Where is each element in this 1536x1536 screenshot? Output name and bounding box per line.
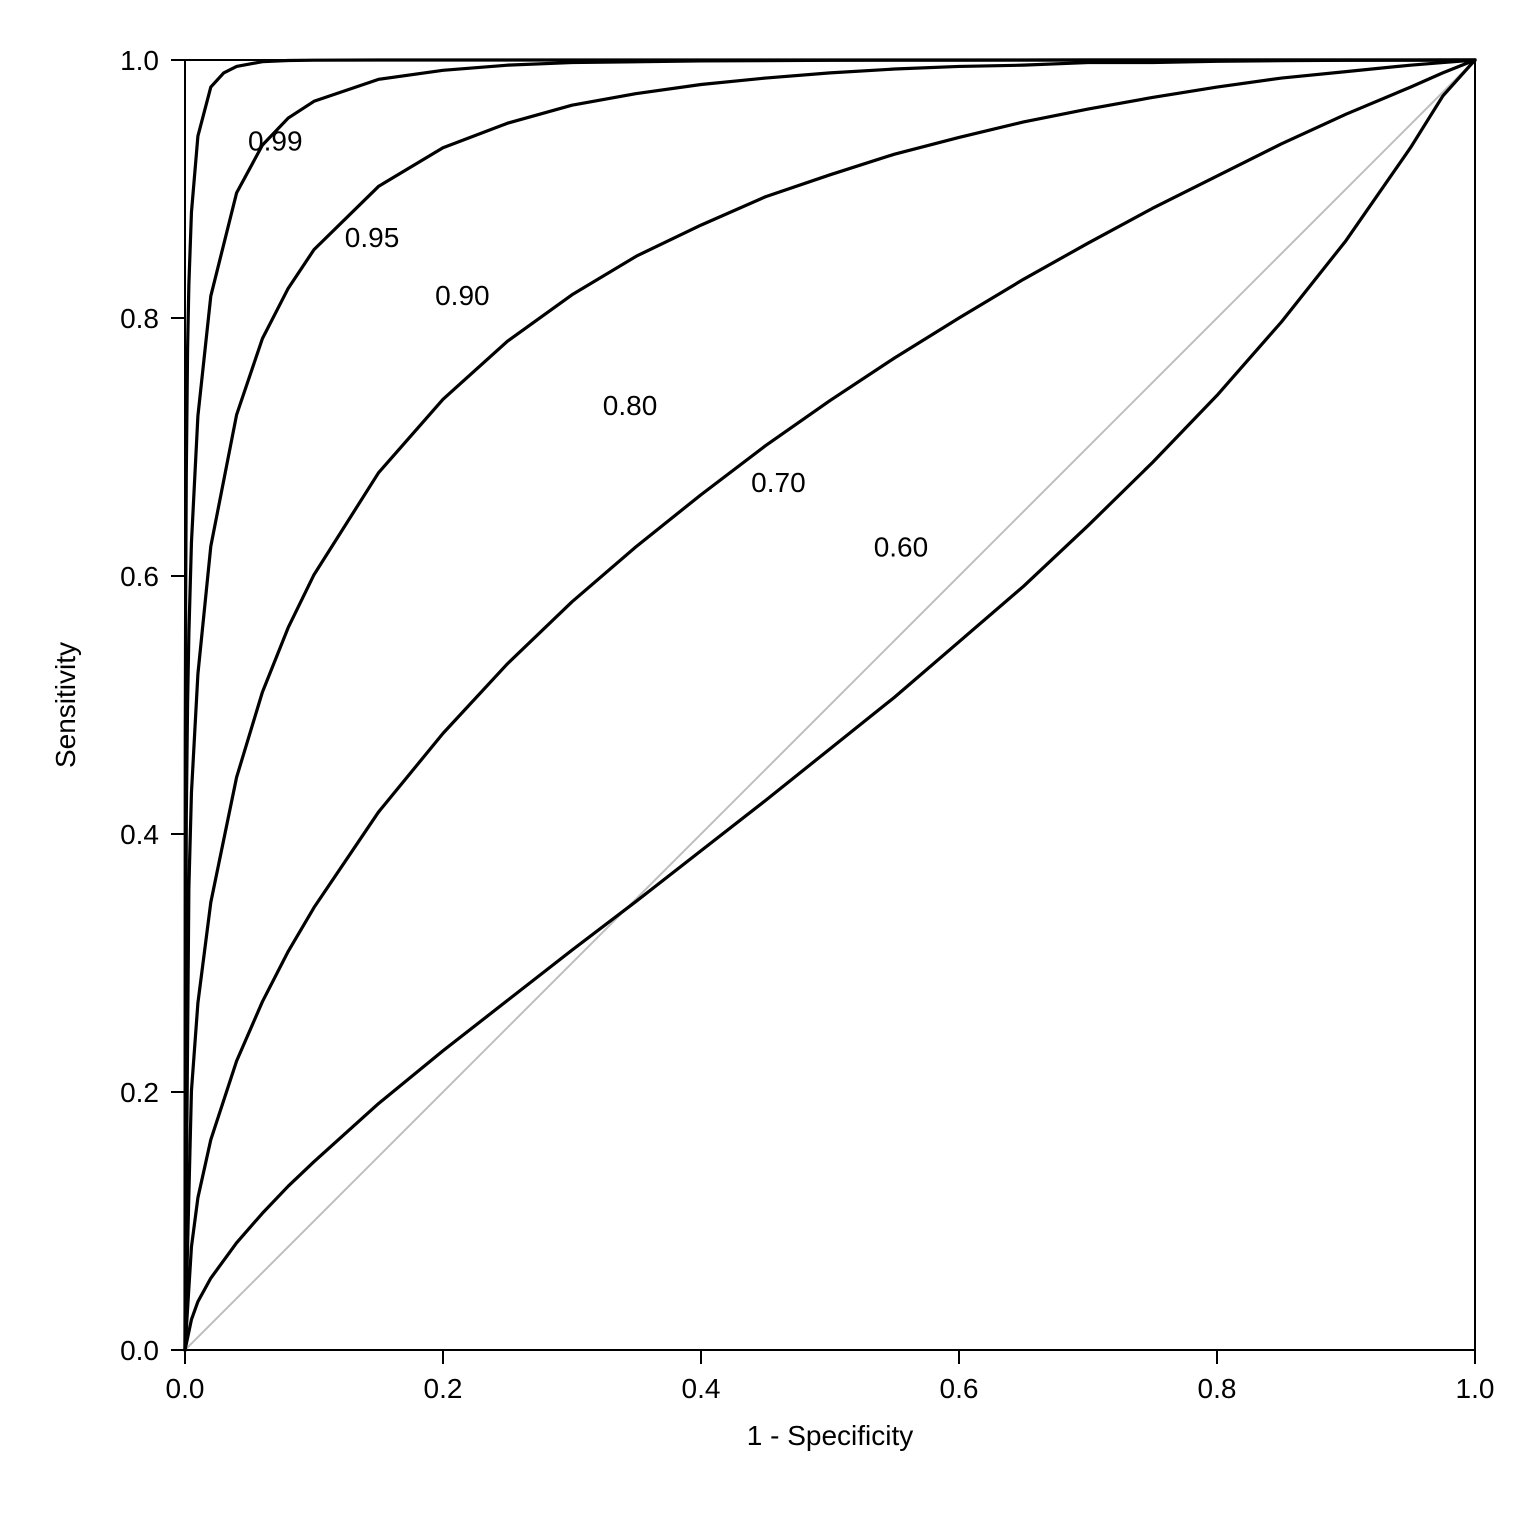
x-tick-label: 1.0 bbox=[1456, 1373, 1495, 1404]
x-tick-label: 0.8 bbox=[1198, 1373, 1237, 1404]
x-axis-label: 1 - Specificity bbox=[747, 1420, 914, 1451]
x-tick-label: 0.0 bbox=[166, 1373, 205, 1404]
x-tick-label: 0.2 bbox=[424, 1373, 463, 1404]
reference-diagonal bbox=[185, 60, 1475, 1350]
y-tick-label: 0.0 bbox=[120, 1335, 159, 1366]
y-tick-label: 0.8 bbox=[120, 303, 159, 334]
curve-label-060: 0.60 bbox=[874, 532, 929, 563]
curve-label-090: 0.90 bbox=[435, 280, 490, 311]
y-tick-label: 0.4 bbox=[120, 819, 159, 850]
y-tick-label: 0.6 bbox=[120, 561, 159, 592]
curve-label-070: 0.70 bbox=[751, 467, 806, 498]
y-tick-label: 1.0 bbox=[120, 45, 159, 76]
curve-label-099: 0.99 bbox=[248, 125, 303, 156]
curve-label-095: 0.95 bbox=[345, 222, 400, 253]
chart-svg: 0.0 0.2 0.4 0.6 0.8 1.0 0.0 0.2 0.4 0.6 0.8 1.0 1 - … bbox=[0, 0, 1536, 1536]
x-tick-label: 0.4 bbox=[682, 1373, 721, 1404]
roc-chart: 0.0 0.2 0.4 0.6 0.8 1.0 0.0 0.2 0.4 0.6 0.8 1.0 1 - … bbox=[0, 0, 1536, 1536]
curve-label-080: 0.80 bbox=[603, 390, 658, 421]
y-axis-label: Sensitivity bbox=[50, 642, 81, 768]
y-tick-label: 0.2 bbox=[120, 1077, 159, 1108]
x-tick-label: 0.6 bbox=[940, 1373, 979, 1404]
